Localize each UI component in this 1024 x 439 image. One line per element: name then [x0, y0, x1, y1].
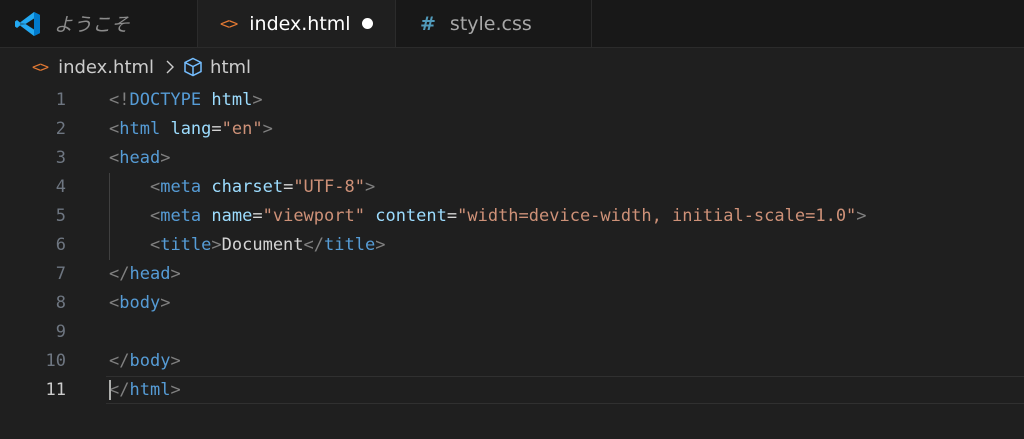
code-line[interactable]: 10 </body> [0, 347, 1024, 376]
line-content: </body> [109, 351, 181, 371]
line-number: 8 [55, 293, 66, 313]
code-line[interactable]: 4 <meta charset="UTF-8"> [0, 173, 1024, 202]
line-content: </html> [109, 380, 181, 400]
line-number: 9 [55, 322, 66, 342]
code-line[interactable]: 5 <meta name="viewport" content="width=d… [0, 202, 1024, 231]
code-line[interactable]: 3 <head> [0, 144, 1024, 173]
code-line[interactable]: 2 <html lang="en"> [0, 115, 1024, 144]
line-content: </head> [109, 264, 181, 284]
editor-window: ようこそ <> index.html # style.css <> index.… [0, 0, 1024, 439]
tab-welcome-label: ようこそ [54, 14, 131, 36]
code-line[interactable]: 9 [0, 318, 1024, 347]
code-editor[interactable]: 1 <!DOCTYPE html> 2 <html lang="en"> 3 <head>… [0, 86, 1024, 439]
code-line[interactable]: 6 <title>Document</title> [0, 231, 1024, 260]
tab-index-html-label: index.html [249, 12, 351, 35]
line-number: 3 [55, 148, 66, 168]
breadcrumb-file[interactable]: index.html [58, 57, 154, 78]
line-content: <head> [109, 148, 171, 168]
line-content: <meta charset="UTF-8"> [149, 177, 376, 197]
html-file-icon: <> [220, 14, 238, 33]
line-content: <body> [109, 293, 171, 313]
tab-bar: ようこそ <> index.html # style.css [0, 0, 1024, 48]
line-content: <meta name="viewport" content="width=dev… [149, 206, 867, 226]
line-number: 7 [55, 264, 66, 284]
tab-welcome[interactable]: ようこそ [0, 0, 198, 47]
code-line[interactable]: 7 </head> [0, 260, 1024, 289]
breadcrumb-html-file-icon: <> [32, 58, 49, 76]
line-content: <title>Document</title> [149, 235, 386, 255]
line-number: 10 [45, 351, 66, 371]
breadcrumb: <> index.html html [0, 48, 1024, 86]
vscode-logo-icon [15, 11, 40, 36]
line-number: 5 [55, 206, 66, 226]
line-number: 4 [55, 177, 66, 197]
chevron-right-icon [166, 60, 175, 74]
line-number: 2 [55, 119, 66, 139]
tab-style-css[interactable]: # style.css [396, 0, 592, 47]
line-number: 1 [55, 90, 66, 110]
line-content: <html lang="en"> [109, 119, 273, 139]
css-hash-icon: # [420, 12, 436, 35]
tab-index-html[interactable]: <> index.html [198, 0, 396, 47]
code-line[interactable]: 8 <body> [0, 289, 1024, 318]
cube-icon [184, 57, 202, 77]
code-line[interactable]: 11 </html> [0, 376, 1024, 405]
line-number: 11 [45, 380, 66, 400]
line-number: 6 [55, 235, 66, 255]
line-content: <!DOCTYPE html> [109, 90, 263, 110]
breadcrumb-element[interactable]: html [210, 57, 251, 78]
tab-style-css-label: style.css [449, 12, 532, 35]
text-cursor [109, 380, 111, 400]
code-line[interactable]: 1 <!DOCTYPE html> [0, 86, 1024, 115]
unsaved-changes-dot-icon[interactable] [362, 18, 373, 29]
